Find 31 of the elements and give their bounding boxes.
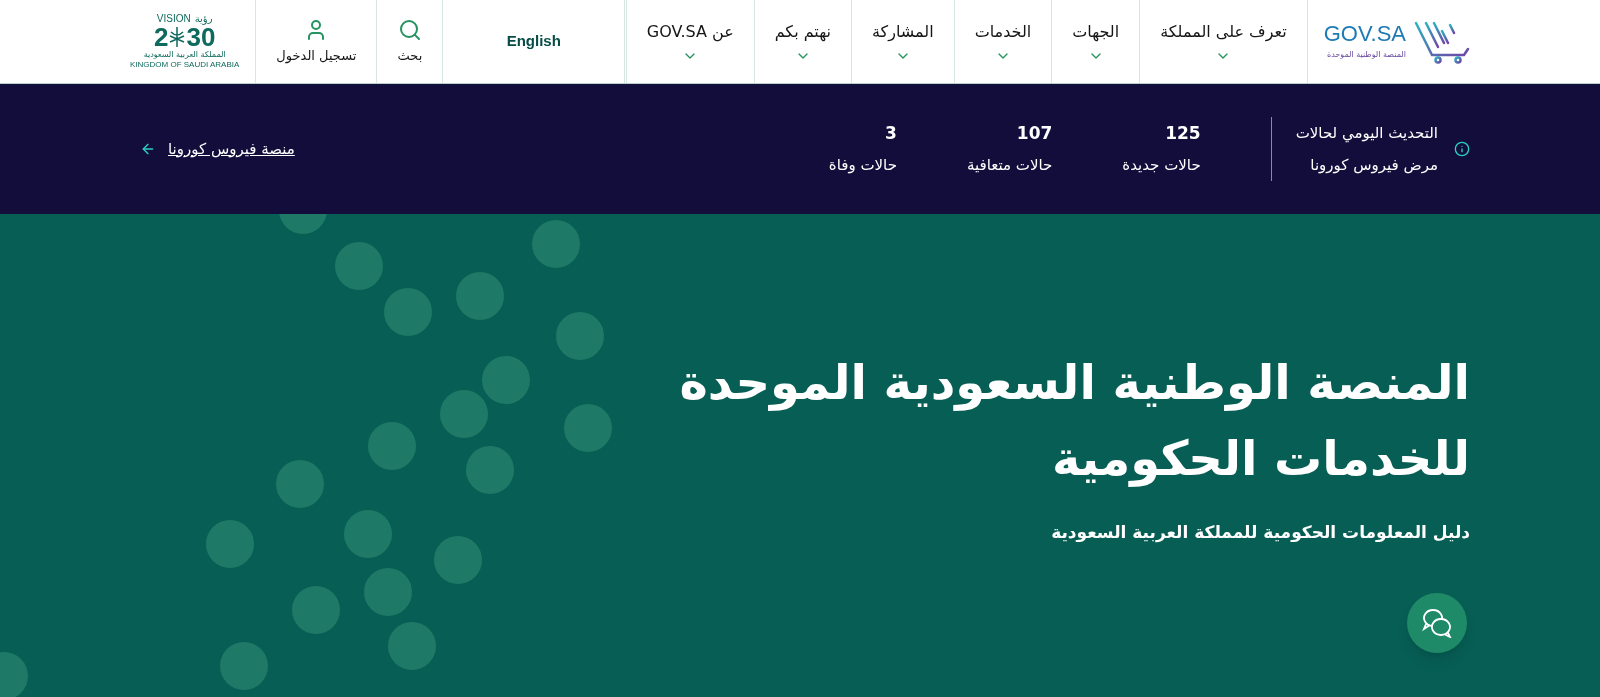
login-button[interactable]: تسجيل الدخول <box>255 0 377 83</box>
logo-tagline: المنصة الوطنية الموحدة <box>1326 48 1406 61</box>
stat-label: حالات متعافية <box>966 155 1053 176</box>
stat-label: حالات جديدة <box>1122 155 1201 176</box>
nav-menu-item[interactable]: المشاركة <box>851 0 954 83</box>
stat-value: 125 <box>1165 122 1201 145</box>
chat-button[interactable] <box>1407 593 1467 653</box>
logo-text: 2 <box>154 23 169 50</box>
search-button[interactable]: بحث <box>376 0 443 83</box>
emblem-icon <box>168 25 187 48</box>
nav-menu-item[interactable]: نهتم بكم <box>753 0 851 83</box>
hero-title: المنصة الوطنية السعودية الموحدة للخدمات الحكومية <box>679 353 1470 489</box>
logo-text: VISION <box>156 13 191 24</box>
logo-text: KINGDOM OF SAUDI ARABIA <box>130 59 240 70</box>
nav-menu-item[interactable]: الجهات <box>1051 0 1140 83</box>
nav-menu-item[interactable]: عن GOV.SA <box>625 0 754 83</box>
language-link[interactable]: English <box>442 0 625 83</box>
info-icon <box>1454 141 1470 157</box>
logo-text: رؤية <box>194 13 213 24</box>
stat-label: حالات وفاة <box>828 155 897 176</box>
banner-title: التحديث اليومي لحالات مرض فيروس كورونا <box>1294 123 1438 176</box>
covid-platform-link[interactable]: منصة فيروس كورونا <box>140 137 295 161</box>
logo-wordmark: GOV.SA <box>1323 22 1406 45</box>
search-icon <box>397 17 422 42</box>
logo-text: المملكة العربية السعودية <box>143 49 226 60</box>
nav-menu-item[interactable]: تعرف على المملكة <box>1139 0 1307 83</box>
hero-subtitle: دليل المعلومات الحكومية للمملكة العربية السعودية <box>1051 521 1470 545</box>
stat-value: 3 <box>885 122 897 145</box>
chat-bubbles-icon <box>1421 608 1453 638</box>
nav-menu-item[interactable]: الخدمات <box>953 0 1052 83</box>
stat-value: 107 <box>1016 122 1053 145</box>
